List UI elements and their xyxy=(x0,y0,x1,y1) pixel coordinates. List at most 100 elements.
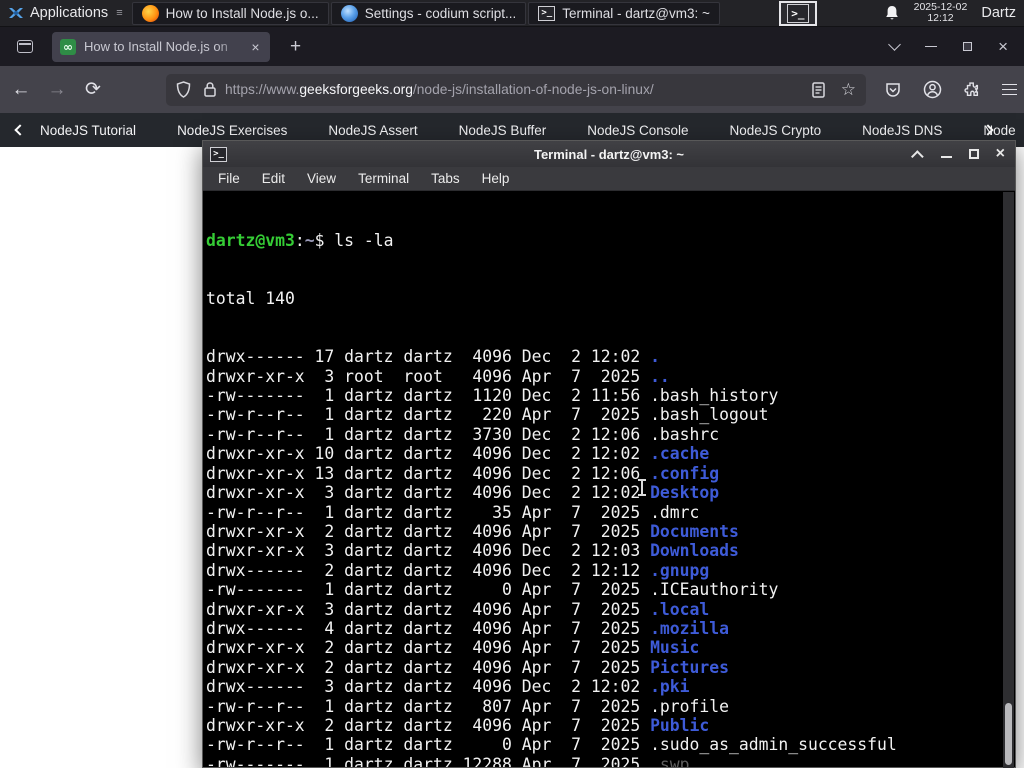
nav-link-nodejs-dns[interactable]: NodeJS DNS xyxy=(862,123,942,138)
prompt-user-host: dartz@vm3 xyxy=(206,230,295,250)
file-name: .pki xyxy=(650,677,690,697)
new-tab-button[interactable]: + xyxy=(284,36,307,58)
user-menu[interactable]: Dartz xyxy=(981,5,1016,21)
browser-tabbar: ∞ How to Install Node.js on × + × xyxy=(0,27,1024,66)
terminal-close-button[interactable]: × xyxy=(996,146,1005,162)
window-button-list: How to Install Node.js o... Settings - co… xyxy=(131,1,721,25)
terminal-line: drwxr-xr-x 2 dartz dartz 4096 Apr 7 2025… xyxy=(206,521,739,541)
file-name: .. xyxy=(650,366,670,386)
terminal-line: -rw------- 1 dartz dartz 1120 Dec 2 11:5… xyxy=(206,386,779,406)
file-name: .mozilla xyxy=(650,618,730,638)
terminal-line: drwxr-xr-x 2 dartz dartz 4096 Apr 7 2025… xyxy=(206,715,710,735)
notification-bell-icon[interactable] xyxy=(884,5,900,22)
total-line: total 140 xyxy=(206,289,295,309)
url-bar[interactable]: https://www.geeksforgeeks.org/node-js/in… xyxy=(166,73,866,106)
nav-link-nodejs-buffer[interactable]: NodeJS Buffer xyxy=(459,123,547,138)
menu-file[interactable]: File xyxy=(207,171,251,186)
list-all-tabs-icon[interactable] xyxy=(888,38,901,51)
firefox-view-button[interactable] xyxy=(12,35,38,59)
file-name: .ICEauthority xyxy=(650,580,779,600)
file-name: Public xyxy=(650,715,710,735)
tab-title-fade xyxy=(216,31,242,62)
menu-edit[interactable]: Edit xyxy=(251,171,296,186)
prompt-command: $ ls -la xyxy=(314,230,394,250)
geeksforgeeks-favicon-icon: ∞ xyxy=(60,38,76,55)
account-icon[interactable] xyxy=(923,80,942,99)
file-name: Downloads xyxy=(650,541,739,561)
window-button-label: Terminal - dartz@vm3: ~ xyxy=(562,5,710,21)
menu-terminal[interactable]: Terminal xyxy=(347,171,420,186)
clock[interactable]: 2025-12-02 12:12 xyxy=(914,2,968,24)
applications-menu[interactable]: Applications ≡ xyxy=(0,0,131,26)
text-cursor-ibeam xyxy=(637,479,647,496)
forward-button[interactable]: → xyxy=(42,75,72,105)
app-menu-hamburger-icon[interactable] xyxy=(1002,83,1017,96)
terminal-maximize-button[interactable] xyxy=(968,149,979,159)
nav-scroll-left-icon[interactable] xyxy=(14,124,26,136)
nav-link-nodejs-assert[interactable]: NodeJS Assert xyxy=(328,123,417,138)
terminal-scrollbar[interactable] xyxy=(1003,192,1014,768)
window-button[interactable]: >_ Terminal - dartz@vm3: ~ xyxy=(528,1,720,25)
window-button[interactable]: How to Install Node.js o... xyxy=(131,1,329,25)
extensions-puzzle-icon[interactable] xyxy=(963,81,981,99)
bookmark-star-icon[interactable]: ☆ xyxy=(841,80,856,100)
lock-icon[interactable] xyxy=(203,81,217,98)
file-name: .config xyxy=(650,463,720,483)
url-domain: geeksforgeeks.org xyxy=(299,82,413,97)
terminal-line: drwxr-xr-x 10 dartz dartz 4096 Dec 2 12:… xyxy=(206,444,710,464)
menu-tabs[interactable]: Tabs xyxy=(420,171,471,186)
file-name: .cache xyxy=(650,444,710,464)
terminal-line: drwxr-xr-x 13 dartz dartz 4096 Dec 2 12:… xyxy=(206,463,720,483)
shield-icon[interactable] xyxy=(176,81,191,98)
terminal-line: drwx------ 17 dartz dartz 4096 Dec 2 12:… xyxy=(206,347,660,367)
terminal-line: drwxr-xr-x 2 dartz dartz 4096 Apr 7 2025… xyxy=(206,638,700,658)
back-button[interactable]: ← xyxy=(6,75,36,105)
terminal-line: -rw-r--r-- 1 dartz dartz 0 Apr 7 2025 .s… xyxy=(206,735,897,755)
url-text: https://www.geeksforgeeks.org/node-js/in… xyxy=(225,82,804,97)
window-button[interactable]: Settings - codium script... xyxy=(330,1,527,25)
terminal-line: -rw-r--r-- 1 dartz dartz 35 Apr 7 2025 .… xyxy=(206,502,700,522)
prompt-line: dartz@vm3:~$ ls -la xyxy=(206,230,394,250)
tab-close-button[interactable]: × xyxy=(247,39,264,56)
terminal-title: Terminal - dartz@vm3: ~ xyxy=(533,146,685,162)
terminal-screen[interactable]: dartz@vm3:~$ ls -la total 140 drwx------… xyxy=(203,191,1015,767)
firefox-icon xyxy=(141,4,159,22)
terminal-scrollbar-thumb[interactable] xyxy=(1005,703,1012,765)
file-name: .bashrc xyxy=(650,424,720,444)
terminal-line: drwx------ 3 dartz dartz 4096 Dec 2 12:0… xyxy=(206,677,690,697)
reload-button[interactable]: ⟳ xyxy=(78,75,108,105)
pocket-save-icon[interactable] xyxy=(884,81,902,99)
browser-tab[interactable]: ∞ How to Install Node.js on × xyxy=(52,31,270,62)
nav-link-nodejs-crypto[interactable]: NodeJS Crypto xyxy=(730,123,822,138)
browser-restore-button[interactable] xyxy=(963,42,973,51)
terminal-line: drwx------ 4 dartz dartz 4096 Apr 7 2025… xyxy=(206,618,730,638)
file-listing: drwx------ 17 dartz dartz 4096 Dec 2 12:… xyxy=(206,347,1001,767)
tab-title: How to Install Node.js on xyxy=(84,39,228,54)
reader-mode-icon[interactable] xyxy=(812,81,825,98)
file-name: Music xyxy=(650,638,700,658)
terminal-line: -rw-r--r-- 1 dartz dartz 220 Apr 7 2025 … xyxy=(206,405,769,425)
terminal-icon: >_ xyxy=(786,3,809,23)
nav-link-nodejs-tutorial[interactable]: NodeJS Tutorial xyxy=(40,123,136,138)
prompt-path: ~ xyxy=(304,230,315,250)
file-name: .bash_logout xyxy=(650,405,769,425)
terminal-titlebar[interactable]: >_ Terminal - dartz@vm3: ~ × xyxy=(203,141,1015,167)
terminal-line: -rw-r--r-- 1 dartz dartz 3730 Dec 2 12:0… xyxy=(206,424,720,444)
nav-link-nodejs-exercises[interactable]: NodeJS Exercises xyxy=(177,123,287,138)
terminal-launcher[interactable]: >_ xyxy=(778,0,817,26)
applications-label: Applications xyxy=(30,5,109,21)
browser-close-button[interactable]: × xyxy=(998,38,1008,55)
browser-minimize-button[interactable] xyxy=(925,45,938,48)
terminal-line: -rw------- 1 dartz dartz 0 Apr 7 2025 .I… xyxy=(206,580,779,600)
terminal-line: -rw------- 1 dartz dartz 12288 Apr 7 202… xyxy=(206,755,1001,767)
file-name: .sudo_as_admin_successful xyxy=(650,735,897,755)
desktop-panel: Applications ≡ How to Install Node.js o.… xyxy=(0,0,1024,27)
terminal-line: drwx------ 2 dartz dartz 4096 Dec 2 12:1… xyxy=(206,560,710,580)
codium-icon xyxy=(340,4,358,22)
menu-help[interactable]: Help xyxy=(471,171,521,186)
menu-view[interactable]: View xyxy=(296,171,347,186)
nav-link-nodejs-console[interactable]: NodeJS Console xyxy=(587,123,688,138)
terminal-minimize-button[interactable] xyxy=(940,156,952,158)
file-name: . xyxy=(650,347,660,367)
url-path: /node-js/installation-of-node-js-on-linu… xyxy=(412,82,654,97)
